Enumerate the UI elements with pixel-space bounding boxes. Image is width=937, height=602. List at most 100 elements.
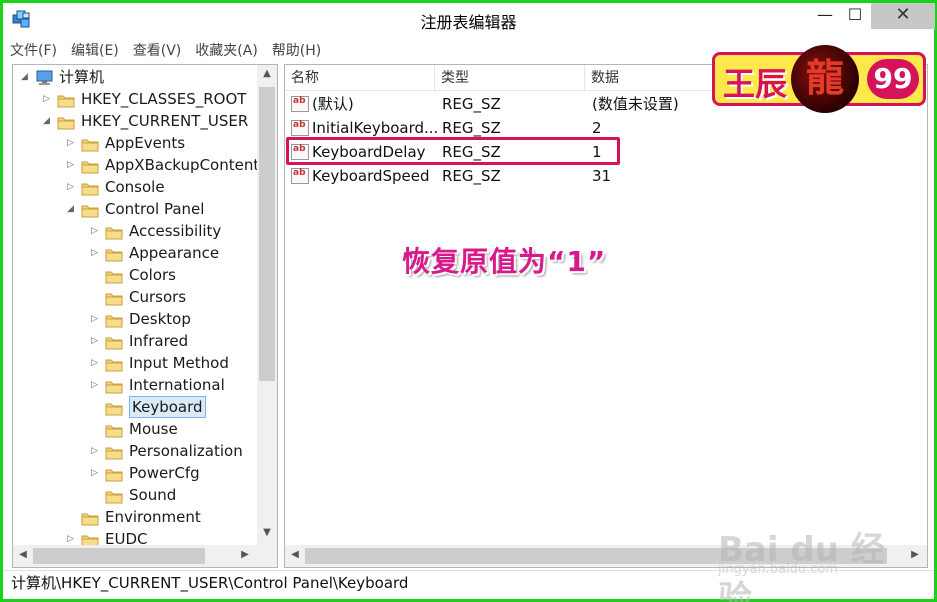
value-type: REG_SZ [442, 167, 501, 185]
tree-vertical-scrollbar[interactable]: ▲ ▼ [257, 65, 277, 545]
folder-icon [105, 444, 123, 460]
expand-arrow-icon[interactable]: ▷ [67, 176, 77, 198]
dragon-emblem-icon: 龍 [791, 45, 859, 113]
string-value-icon: ab [291, 96, 309, 112]
author-badge: 王辰 龍 99 [712, 45, 926, 113]
tree-node-label: 计算机 [59, 68, 105, 86]
folder-icon [81, 158, 99, 174]
tree-horizontal-scrollbar[interactable]: ◀ ▶ [13, 545, 257, 567]
value-data: 1 [592, 143, 602, 161]
menu-file[interactable]: 文件(F) [3, 37, 64, 61]
scroll-up-arrow-icon[interactable]: ▲ [257, 68, 277, 79]
tree-node-label: Keyboard [129, 396, 206, 418]
tree-vertical-scroll-thumb[interactable] [259, 87, 275, 381]
menu-help[interactable]: 帮助(H) [265, 37, 328, 61]
column-header-name[interactable]: 名称 [285, 65, 435, 91]
expand-arrow-icon[interactable]: ▷ [91, 462, 101, 484]
window-title: 注册表编辑器 [420, 13, 517, 32]
expand-arrow-icon[interactable]: ▷ [91, 242, 101, 264]
tree-node-infrared[interactable]: ▷ Infrared [13, 330, 257, 352]
tree-node-sound[interactable]: Sound [13, 484, 257, 506]
tree-node-control-panel[interactable]: ◢ Control Panel [13, 198, 257, 220]
tree-node-keyboard[interactable]: Keyboard [13, 396, 257, 418]
tree-node-input-method[interactable]: ▷ Input Method [13, 352, 257, 374]
tree-horizontal-scroll-thumb[interactable] [33, 548, 205, 564]
expand-arrow-icon[interactable]: ▷ [91, 440, 101, 462]
tree-node-label: Environment [105, 508, 201, 526]
badge-name: 王辰 [723, 65, 788, 103]
list-row-keyboard-speed[interactable]: ab KeyboardSpeed REG_SZ 31 [285, 164, 927, 188]
tree-node-colors[interactable]: Colors [13, 264, 257, 286]
tree-node-label: PowerCfg [129, 464, 200, 482]
folder-icon [105, 378, 123, 394]
minimize-button[interactable]: — [811, 3, 839, 29]
menu-view[interactable]: 查看(V) [126, 37, 189, 61]
tree-node-computer[interactable]: ◢ 计算机 [13, 66, 257, 88]
scrollbar-corner [257, 545, 277, 567]
value-data: (数值未设置) [592, 95, 679, 113]
registry-tree[interactable]: ▷ EUDC Environment Sound ▷ PowerCfg ▷ Personali… [12, 64, 278, 568]
title-bar: 注册表编辑器 — ☐ ✕ [3, 3, 935, 34]
folder-icon [105, 466, 123, 482]
tree-node-label: Control Panel [105, 200, 205, 218]
folder-icon [105, 290, 123, 306]
menu-favorites[interactable]: 收藏夹(A) [188, 37, 265, 61]
scroll-left-arrow-icon[interactable]: ◀ [13, 549, 33, 560]
tree-node-environment[interactable]: Environment [13, 506, 257, 528]
tree-node-label: Input Method [129, 354, 229, 372]
badge-number: 99 [867, 59, 919, 99]
collapse-arrow-icon[interactable]: ◢ [43, 110, 53, 132]
tree-node-mouse[interactable]: Mouse [13, 418, 257, 440]
expand-arrow-icon[interactable]: ▷ [67, 154, 77, 176]
scroll-right-arrow-icon[interactable]: ▶ [905, 549, 925, 560]
expand-arrow-icon[interactable]: ▷ [91, 308, 101, 330]
values-list[interactable]: 名称 类型 数据 ab (默认) REG_SZ (数值未设置) ab Initi… [284, 64, 928, 568]
computer-icon [35, 70, 53, 85]
close-button[interactable]: ✕ [871, 3, 935, 29]
tree-node-appevents[interactable]: ▷ AppEvents [13, 132, 257, 154]
tree-node-console[interactable]: ▷ Console [13, 176, 257, 198]
tree-node-hkey-current-user[interactable]: ◢ HKEY_CURRENT_USER [13, 110, 257, 132]
list-row-keyboard-delay[interactable]: ab KeyboardDelay REG_SZ 1 [285, 140, 927, 164]
tree-node-hkey-classes-root[interactable]: ▷ HKEY_CLASSES_ROOT [13, 88, 257, 110]
tree-node-personalization[interactable]: ▷ Personalization [13, 440, 257, 462]
scroll-down-arrow-icon[interactable]: ▼ [257, 527, 277, 538]
expand-arrow-icon[interactable]: ▷ [91, 220, 101, 242]
tree-node-appearance[interactable]: ▷ Appearance [13, 242, 257, 264]
folder-icon [105, 224, 123, 240]
expand-arrow-icon[interactable]: ▷ [91, 352, 101, 374]
status-bar-path: 计算机\HKEY_CURRENT_USER\Control Panel\Keyb… [3, 570, 934, 596]
folder-icon [105, 312, 123, 328]
tree-node-label: Accessibility [129, 222, 222, 240]
value-type: REG_SZ [442, 143, 501, 161]
tree-node-powercfg[interactable]: ▷ PowerCfg [13, 462, 257, 484]
scroll-right-arrow-icon[interactable]: ▶ [235, 549, 255, 560]
tree-node-appxbackupcontent[interactable]: ▷ AppXBackupContent [13, 154, 259, 176]
folder-icon [57, 114, 75, 130]
tree-node-cursors[interactable]: Cursors [13, 286, 257, 308]
menu-edit[interactable]: 编辑(E) [64, 37, 126, 61]
string-value-icon: ab [291, 144, 309, 160]
string-value-icon: ab [291, 168, 309, 184]
tree-node-label: HKEY_CLASSES_ROOT [81, 90, 247, 108]
string-value-icon: ab [291, 120, 309, 136]
tree-node-label: Console [105, 178, 165, 196]
expand-arrow-icon[interactable]: ▷ [91, 374, 101, 396]
tree-node-label: Cursors [129, 288, 187, 306]
expand-arrow-icon[interactable]: ▷ [91, 330, 101, 352]
column-header-type[interactable]: 类型 [435, 65, 585, 91]
expand-arrow-icon[interactable]: ▷ [43, 88, 53, 110]
expand-arrow-icon[interactable]: ▷ [67, 132, 77, 154]
tree-node-label: Personalization [129, 442, 243, 460]
tree-node-accessibility[interactable]: ▷ Accessibility [13, 220, 257, 242]
tree-node-international[interactable]: ▷ International [13, 374, 257, 396]
value-type: REG_SZ [442, 119, 501, 137]
tree-node-desktop[interactable]: ▷ Desktop [13, 308, 257, 330]
folder-icon [81, 180, 99, 196]
collapse-arrow-icon[interactable]: ◢ [21, 66, 31, 88]
folder-icon [105, 400, 123, 416]
maximize-button[interactable]: ☐ [841, 3, 869, 29]
list-row-initial-keyboard[interactable]: ab InitialKeyboard... REG_SZ 2 [285, 116, 927, 140]
collapse-arrow-icon[interactable]: ◢ [67, 198, 77, 220]
scroll-left-arrow-icon[interactable]: ◀ [285, 549, 305, 560]
